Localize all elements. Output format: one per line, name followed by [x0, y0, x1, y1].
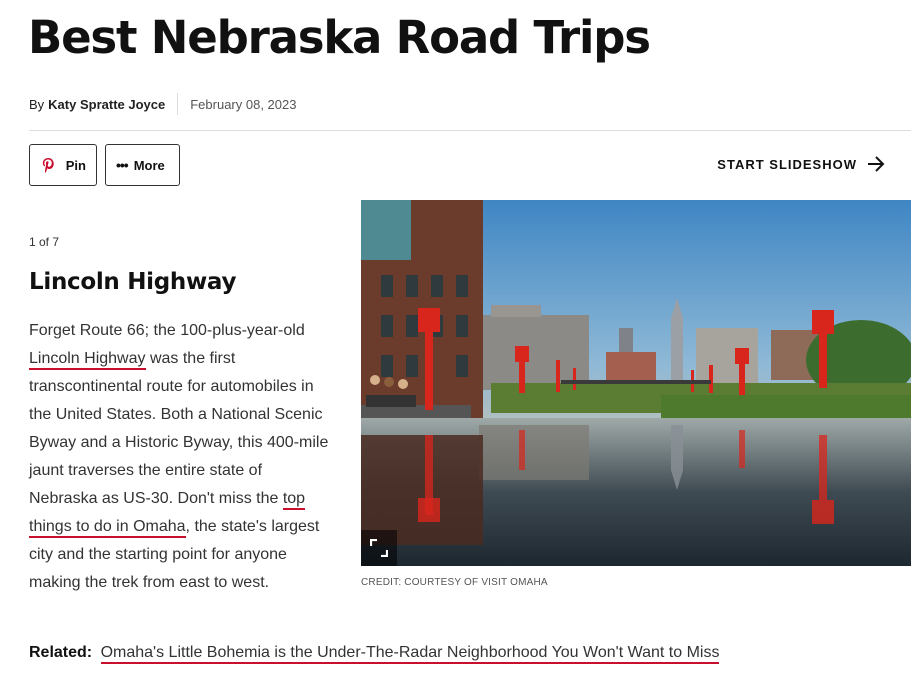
riverfront-photo [361, 200, 911, 566]
more-dots-icon: ••• [116, 157, 129, 173]
author-name[interactable]: Katy Spratte Joyce [48, 97, 165, 112]
article-title: Best Nebraska Road Trips [28, 11, 651, 64]
slideshow-label: START SLIDESHOW [717, 156, 857, 172]
slide-counter: 1 of 7 [29, 235, 60, 249]
byline-separator [177, 93, 179, 115]
slide-photo[interactable] [361, 200, 911, 566]
pin-label: Pin [65, 157, 86, 173]
description-text: Forget Route 66; the 100-plus-year-old [29, 322, 305, 339]
related-article-link[interactable]: Omaha's Little Bohemia is the Under-The-… [100, 644, 720, 664]
pinterest-icon [42, 158, 54, 173]
lincoln-highway-link[interactable]: Lincoln Highway [29, 350, 146, 370]
more-button[interactable]: ••• More [105, 144, 180, 186]
slide-title: Lincoln Highway [29, 269, 237, 295]
byline-prefix: By [29, 96, 45, 112]
description-text: was the first transcontinental route for… [29, 350, 329, 507]
arrow-right-icon [868, 156, 885, 172]
slide-description: Forget Route 66; the 100-plus-year-old L… [29, 317, 334, 597]
related-article: Related: Omaha's Little Bohemia is the U… [29, 644, 720, 664]
pin-button[interactable]: Pin [29, 144, 97, 186]
expand-icon [370, 539, 388, 557]
image-credit: CREDIT: COURTESY OF VISIT OMAHA [361, 577, 548, 588]
expand-image-button[interactable] [361, 530, 397, 566]
start-slideshow-button[interactable]: START SLIDESHOW [717, 156, 885, 172]
publish-date: February 08, 2023 [190, 96, 297, 112]
related-label: Related: [29, 644, 93, 661]
more-label: More [133, 157, 165, 173]
byline: By Katy Spratte Joyce February 08, 2023 [29, 93, 296, 115]
header-divider [29, 130, 911, 131]
